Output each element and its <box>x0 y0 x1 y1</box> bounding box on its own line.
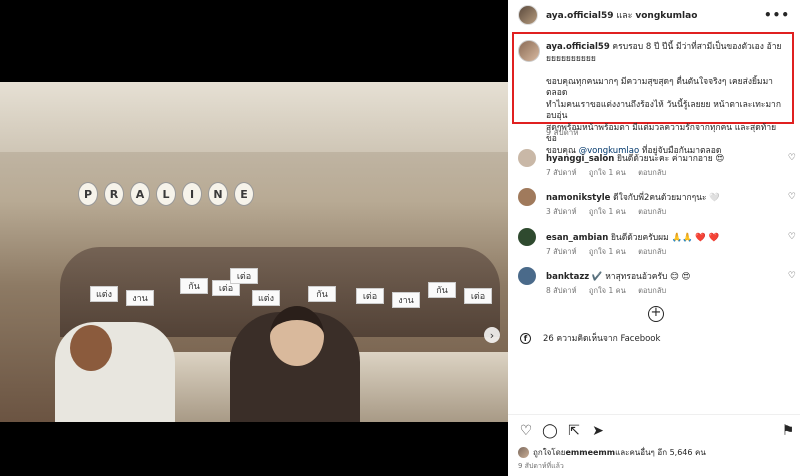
caption-username[interactable]: aya.official59 <box>546 42 610 52</box>
post-header: aya.official59 และ vongkumlao ••• <box>508 0 800 30</box>
comment: esan_ambian ยินดีด้วยครับผม 🙏🙏 ❤️ ❤️ 7 ส… <box>518 228 798 262</box>
caption-line: ครบรอบ 8 ปี ปีนี้ มีว่าที่สามีเป็นของตัว… <box>609 42 782 52</box>
comment-text: ยินดีด้วยครับผม 🙏🙏 ❤️ ❤️ <box>608 233 720 243</box>
proposal-photo[interactable]: P R A L I N E แต่ง งาน กัน เต่อ แต่ง กัน… <box>0 82 508 422</box>
author-avatar[interactable] <box>518 5 538 25</box>
commenter-avatar[interactable] <box>518 149 536 167</box>
author-username[interactable]: aya.official59 <box>546 11 613 21</box>
comment-line: hyanggi_salon ยินดีด้วยนะคะ ค่ามากอาย 😍 <box>546 151 778 165</box>
load-more-comments-icon[interactable]: + <box>648 306 664 322</box>
heart-icon[interactable]: ♡ <box>788 192 796 202</box>
liker-avatar[interactable] <box>518 447 529 458</box>
sign-letter: E <box>234 182 254 206</box>
comment-likes[interactable]: ถูกใจ 1 คน <box>589 286 626 295</box>
caption-line: ขอบคุณทุกคนมากๆ มีความสุขสุดๆ ตื่นตันใจจ… <box>546 76 773 99</box>
restaurant-ceiling <box>0 82 508 152</box>
sign-letter: A <box>130 182 150 206</box>
comment-meta: 3 สัปดาห์ ถูกใจ 1 คน ตอบกลับ <box>546 206 676 218</box>
sign-card: งาน <box>392 292 420 308</box>
likes-prefix: ถูกใจโดย <box>533 448 566 457</box>
comment-text: ดีใจกับพี่2คนด้วยมากๆนะ 🤍 <box>610 193 720 203</box>
sign-card: กัน <box>308 286 336 302</box>
comment-text: ✔️ หาสุทรอนอ้วครับ 😊 😍 <box>589 272 691 282</box>
comment-meta: 8 สัปดาห์ ถูกใจ 1 คน ตอบกลับ <box>546 285 676 297</box>
comment-time: 3 สัปดาห์ <box>546 207 577 216</box>
post-timestamp: 9 สัปดาห์ที่แล้ว <box>518 462 564 470</box>
likes-summary: ถูกใจโดย emmeemm และคนอื่นๆ อีก 5,646 คน <box>518 446 706 459</box>
commenter-username[interactable]: esan_ambian <box>546 233 608 243</box>
comment: hyanggi_salon ยินดีด้วยนะคะ ค่ามากอาย 😍 … <box>518 149 798 183</box>
commenter-avatar[interactable] <box>518 228 536 246</box>
sign-letter: N <box>208 182 228 206</box>
sign-card: กัน <box>180 278 208 294</box>
comment-meta: 7 สัปดาห์ ถูกใจ 1 คน ตอบกลับ <box>546 246 676 258</box>
post-sidebar: aya.official59 และ vongkumlao ••• aya.of… <box>508 0 800 476</box>
action-bar: ♡ ◯ ⇱ ➤ ⚑ <box>518 423 796 439</box>
commenter-avatar[interactable] <box>518 188 536 206</box>
comment-time: 7 สัปดาห์ <box>546 168 577 177</box>
caption-line: สุดๆพร้อมหน้าพร้อมตา มีแต่มวลความรักจากท… <box>546 122 777 145</box>
comment-likes[interactable]: ถูกใจ 1 คน <box>589 207 626 216</box>
sign-card: งาน <box>126 290 154 306</box>
caption-line: ยยยยยยยยยย <box>546 53 596 64</box>
commenter-username[interactable]: namonikstyle <box>546 193 610 203</box>
commenter-username[interactable]: hyanggi_salon <box>546 154 614 164</box>
collaborator-username[interactable]: vongkumlao <box>635 11 697 21</box>
sign-card: แต่ง <box>252 290 280 306</box>
sign-card: เต่อ <box>230 268 258 284</box>
share-icon[interactable]: ⇱ <box>566 423 582 439</box>
woman-head <box>270 306 324 366</box>
comment: banktazz ✔️ หาสุทรอนอ้วครับ 😊 😍 8 สัปดาห… <box>518 267 798 301</box>
restaurant-sign: P R A L I N E <box>78 182 254 206</box>
reply-button[interactable]: ตอบกลับ <box>638 207 666 216</box>
heart-icon[interactable]: ♡ <box>788 232 796 242</box>
comment-text: ยินดีด้วยนะคะ ค่ามากอาย 😍 <box>614 154 725 164</box>
like-icon[interactable]: ♡ <box>518 423 534 439</box>
comment-line: banktazz ✔️ หาสุทรอนอ้วครับ 😊 😍 <box>546 269 778 283</box>
sign-card: เต่อ <box>356 288 384 304</box>
comment-likes[interactable]: ถูกใจ 1 คน <box>589 247 626 256</box>
sign-card: แต่ง <box>90 286 118 302</box>
comment-icon[interactable]: ◯ <box>542 423 558 439</box>
likes-suffix[interactable]: และคนอื่นๆ อีก 5,646 คน <box>615 446 706 459</box>
sign-letter: R <box>104 182 124 206</box>
comment-likes[interactable]: ถูกใจ 1 คน <box>589 168 626 177</box>
save-icon[interactable]: ⚑ <box>780 423 796 439</box>
commenter-username[interactable]: banktazz <box>546 272 589 282</box>
caption-text: aya.official59 ครบรอบ 8 ปี ปีนี้ มีว่าที… <box>546 42 786 157</box>
comment-time: 8 สัปดาห์ <box>546 286 577 295</box>
sign-letter: P <box>78 182 98 206</box>
send-icon[interactable]: ➤ <box>590 423 606 439</box>
caption-avatar[interactable] <box>518 40 540 62</box>
comment-line: esan_ambian ยินดีด้วยครับผม 🙏🙏 ❤️ ❤️ <box>546 230 778 244</box>
caption-time: 9 สัปดาห์ <box>546 128 579 137</box>
post-authors: aya.official59 และ vongkumlao <box>546 8 697 22</box>
comment-line: namonikstyle ดีใจกับพี่2คนด้วยมากๆนะ 🤍 <box>546 190 778 204</box>
reply-button[interactable]: ตอบกลับ <box>638 168 666 177</box>
sign-card: เต่อ <box>464 288 492 304</box>
heart-icon[interactable]: ♡ <box>788 271 796 281</box>
sign-letter: I <box>182 182 202 206</box>
comment-time: 7 สัปดาห์ <box>546 247 577 256</box>
man-head <box>70 325 112 371</box>
facebook-comments-link[interactable]: f 26 ความคิดเห็นจาก Facebook <box>520 331 660 345</box>
post-media[interactable]: P R A L I N E แต่ง งาน กัน เต่อ แต่ง กัน… <box>0 0 508 476</box>
sign-letter: L <box>156 182 176 206</box>
next-image-icon[interactable]: › <box>484 327 500 343</box>
facebook-comments-text: 26 ความคิดเห็นจาก Facebook <box>543 334 661 344</box>
sign-card: กัน <box>428 282 456 298</box>
divider <box>508 414 800 415</box>
commenter-avatar[interactable] <box>518 267 536 285</box>
reply-button[interactable]: ตอบกลับ <box>638 286 666 295</box>
caption-line: ทำไมคนเราขอแต่งงานถึงร้องไห้ วันนี้รู้เล… <box>546 99 781 122</box>
reply-button[interactable]: ตอบกลับ <box>638 247 666 256</box>
authors-joiner: และ <box>613 11 636 21</box>
liker-username[interactable]: emmeemm <box>565 448 615 457</box>
more-options-icon[interactable]: ••• <box>764 8 790 22</box>
heart-icon[interactable]: ♡ <box>788 153 796 163</box>
comment: namonikstyle ดีใจกับพี่2คนด้วยมากๆนะ 🤍 3… <box>518 188 798 222</box>
comment-meta: 7 สัปดาห์ ถูกใจ 1 คน ตอบกลับ <box>546 167 676 179</box>
facebook-icon: f <box>520 332 531 344</box>
